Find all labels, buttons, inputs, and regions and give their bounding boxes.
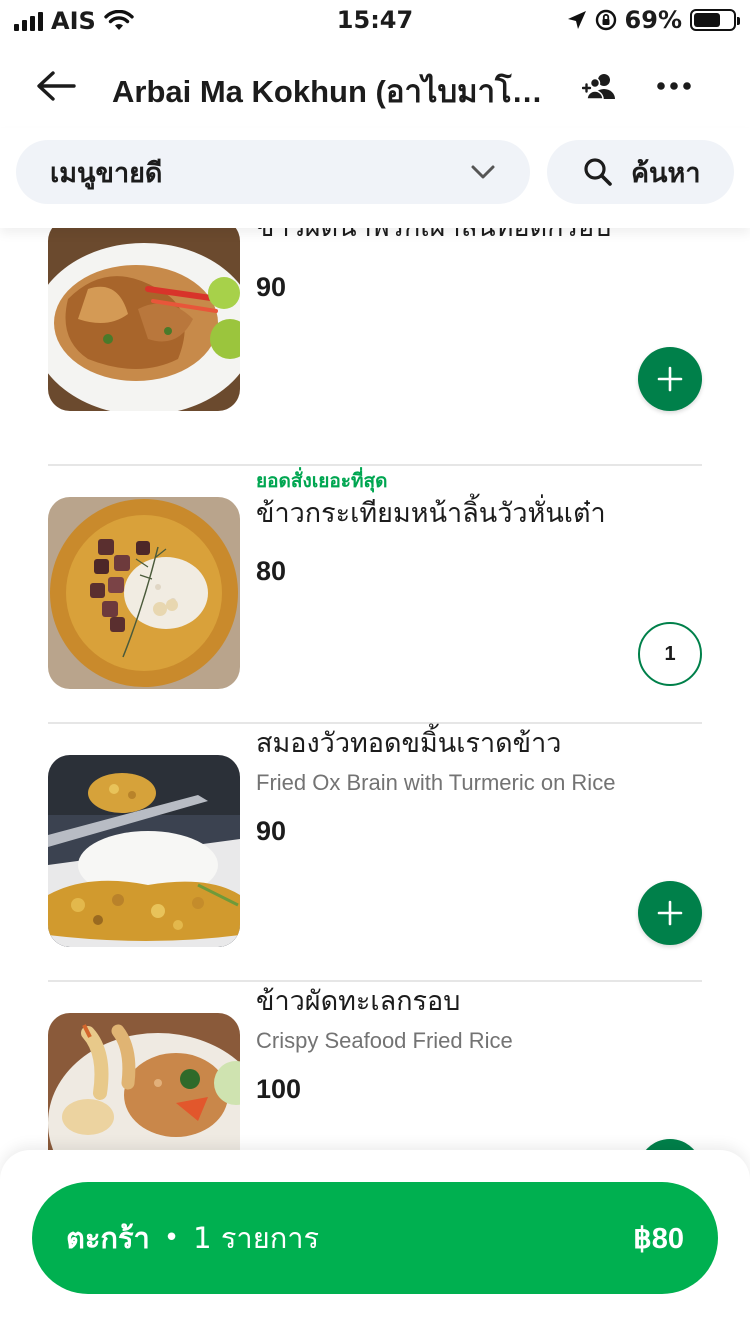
cart-sheet: ตะกร้า • 1 รายการ ฿80 [0, 1150, 750, 1334]
cart-label: ตะกร้า [66, 1221, 150, 1255]
chevron-down-icon [470, 164, 496, 180]
rotation-lock-icon [595, 9, 617, 31]
food-image[interactable] [48, 755, 240, 947]
add-to-cart-button[interactable] [638, 347, 702, 411]
item-quantity-button[interactable]: 1 [638, 622, 702, 686]
cart-item-count: 1 รายการ [193, 1221, 320, 1255]
food-image[interactable] [48, 497, 240, 689]
group-order-button[interactable] [576, 66, 622, 106]
item-quantity: 1 [664, 642, 676, 665]
menu-item[interactable]: สมองวัวทอดขมิ้นเราดข้าว Fried Ox Brain w… [48, 724, 702, 982]
plus-icon [657, 900, 683, 926]
item-details: ข้าวผัดทะเลกรอบ Crispy Seafood Fried Ric… [256, 982, 702, 1105]
battery-level [694, 13, 721, 27]
search-label: ค้นหา [631, 157, 701, 189]
item-details: ข้าวผัดน้ำพริกเผาลิ้นทอดกรอบ 90 [256, 228, 702, 303]
status-bar: AIS 15:47 69% [0, 0, 750, 42]
menu-item[interactable]: ข้าวผัดน้ำพริกเผาลิ้นทอดกรอบ 90 [48, 228, 702, 466]
item-english-name: Crispy Seafood Fried Rice [256, 1028, 513, 1053]
back-button[interactable] [30, 60, 82, 112]
more-button[interactable] [650, 66, 698, 106]
restaurant-title: Arbai Ma Kokhun (อาไบมาโค... [112, 74, 552, 109]
status-bar-right: 69% [567, 6, 740, 34]
search-icon [583, 157, 613, 187]
cart-separator: • [163, 1223, 180, 1253]
food-image[interactable] [48, 228, 240, 411]
view-cart-button[interactable]: ตะกร้า • 1 รายการ ฿80 [32, 1182, 718, 1294]
battery-icon [690, 9, 740, 31]
category-selected-value: เมนูขายดี [50, 157, 163, 189]
restaurant-menu-screen: AIS 15:47 69% Arbai Ma Kokhun (อาไบมาโค.… [0, 0, 750, 1334]
item-details: สมองวัวทอดขมิ้นเราดข้าว Fried Ox Brain w… [256, 724, 702, 847]
add-to-cart-button[interactable] [638, 881, 702, 945]
location-arrow-icon [567, 10, 587, 30]
group-order-icon [582, 72, 616, 100]
bestseller-badge: ยอดสั่งเยอะที่สุด [256, 470, 388, 492]
item-price: 90 [256, 816, 287, 846]
menu-list[interactable]: ข้าวผัดน้ำพริกเผาลิ้นทอดกรอบ 90 [0, 228, 750, 1188]
menu-item[interactable]: ยอดสั่งเยอะที่สุด ข้าวกระเทียมหน้าลิ้นวั… [48, 466, 702, 724]
battery-percent: 69% [624, 6, 682, 34]
item-price: 90 [256, 272, 287, 302]
item-name: สมองวัวทอดขมิ้นเราดข้าว [256, 728, 562, 759]
item-price: 80 [256, 556, 287, 586]
plus-icon [657, 366, 683, 392]
back-arrow-icon [36, 70, 76, 102]
cart-total: ฿80 [633, 1222, 684, 1255]
item-price: 100 [256, 1074, 302, 1104]
filter-bar: เมนูขายดี ค้นหา [0, 128, 750, 228]
header: Arbai Ma Kokhun (อาไบมาโค... [0, 44, 750, 128]
search-button[interactable]: ค้นหา [547, 140, 734, 204]
item-english-name: Fried Ox Brain with Turmeric on Rice [256, 770, 616, 795]
item-name: ข้าวกระเทียมหน้าลิ้นวัวหั่นเต๋า [256, 498, 606, 529]
category-dropdown[interactable]: เมนูขายดี [16, 140, 530, 204]
item-name: ข้าวผัดน้ำพริกเผาลิ้นทอดกรอบ [256, 228, 702, 248]
item-details: ยอดสั่งเยอะที่สุด ข้าวกระเทียมหน้าลิ้นวั… [256, 466, 702, 587]
more-icon [657, 82, 691, 90]
item-name: ข้าวผัดทะเลกรอบ [256, 986, 461, 1017]
